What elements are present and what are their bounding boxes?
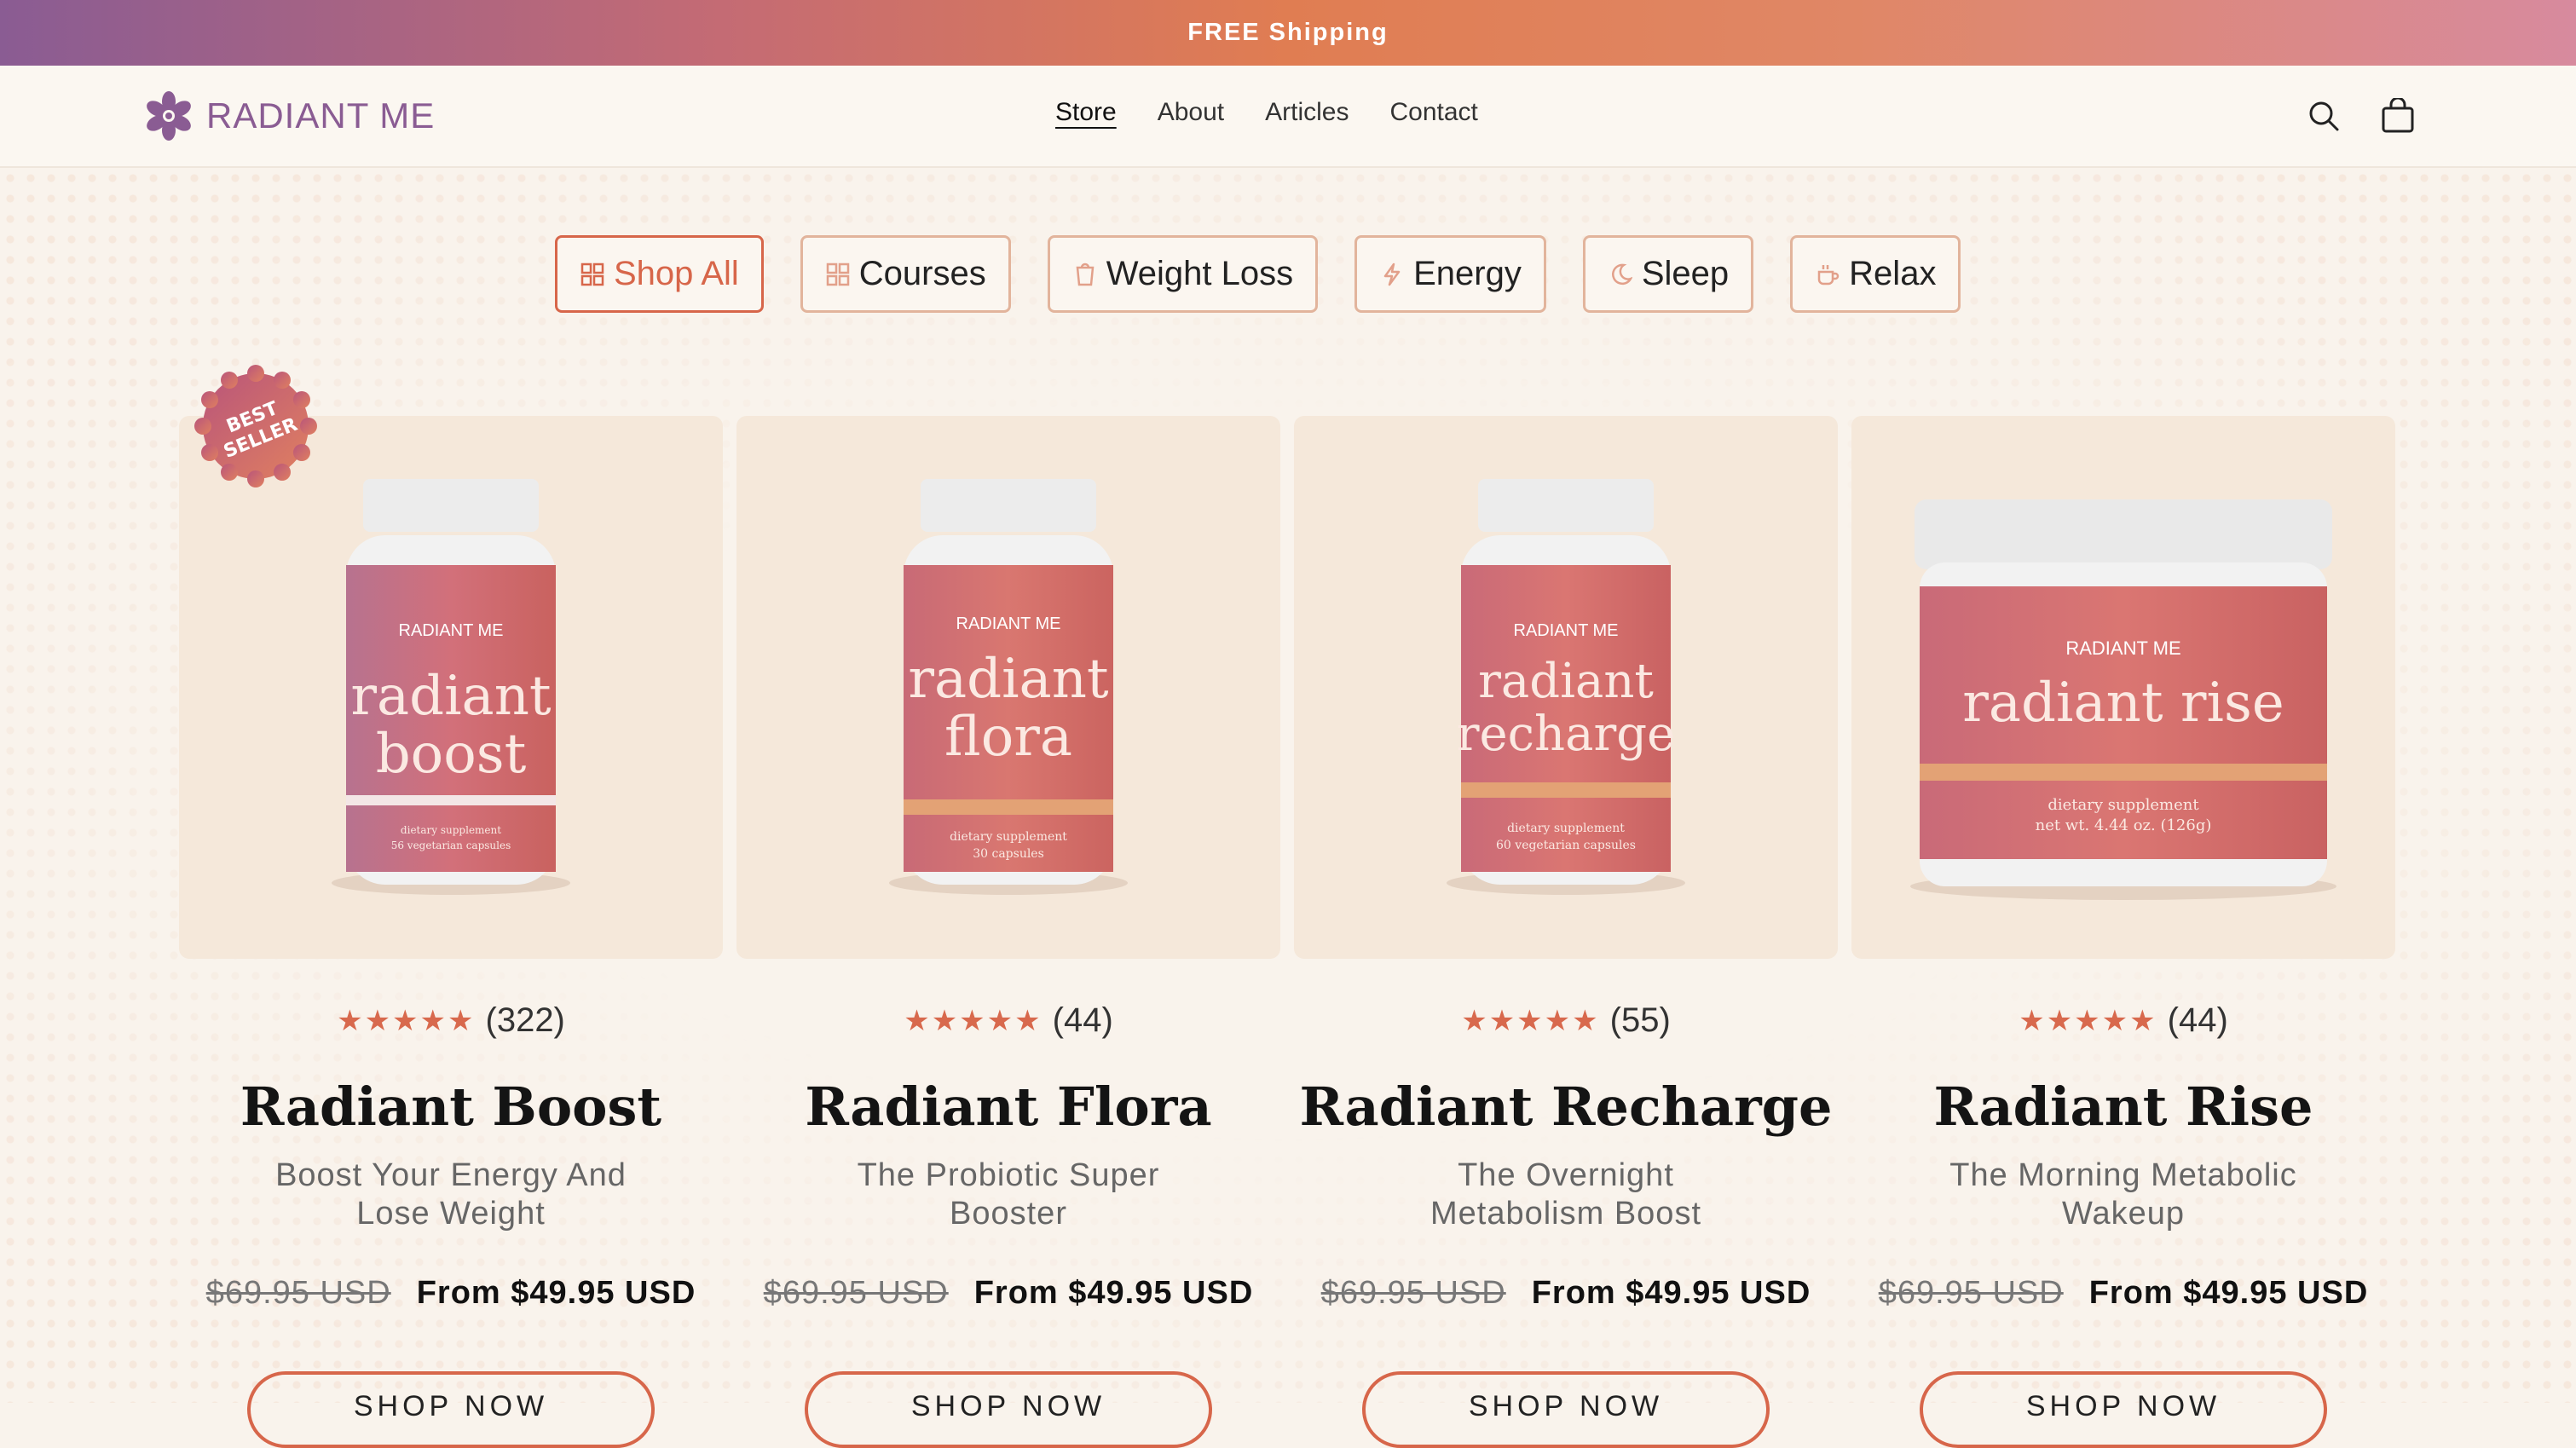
svg-text:radiant: radiant (350, 665, 552, 728)
shop-now-button[interactable]: SHOP NOW (247, 1371, 655, 1448)
svg-text:radiant: radiant (908, 648, 1109, 711)
product-rating: ★★★★★ (322) (179, 1001, 723, 1040)
product-image[interactable]: RADIANT ME radiant flora dietary supplem… (736, 416, 1280, 959)
rating-count: (44) (2167, 1001, 2228, 1039)
product-price: $69.95 USD From $49.95 USD (179, 1275, 723, 1312)
announcement-bar: FREE Shipping (0, 0, 2576, 66)
product-card-radiant-flora[interactable]: RADIANT ME radiant flora dietary supplem… (736, 416, 1280, 959)
product-card-radiant-rise[interactable]: RADIANT ME radiant rise dietary suppleme… (1851, 416, 2395, 959)
product-price: $69.95 USD From $49.95 USD (1851, 1275, 2395, 1312)
rating-stars: ★★★★★ (337, 1004, 476, 1037)
filter-sleep[interactable]: Sleep (1582, 235, 1754, 313)
product-price: $69.95 USD From $49.95 USD (736, 1275, 1280, 1312)
filter-label: Relax (1849, 255, 1937, 292)
svg-text:RADIANT ME: RADIANT ME (1514, 621, 1619, 640)
scale-icon (1072, 262, 1098, 287)
product-subtitle: The Morning Metabolic Wakeup (1949, 1157, 2297, 1232)
product-title[interactable]: Radiant Rise (1851, 1076, 2395, 1138)
product-subtitle: The Overnight Metabolism Boost (1430, 1157, 1701, 1232)
product-rating: ★★★★★ (44) (736, 1001, 1280, 1040)
best-seller-badge: BEST SELLER (194, 365, 317, 487)
svg-text:dietary supplement: dietary supplement (950, 830, 1067, 844)
sale-price: From $49.95 USD (973, 1275, 1254, 1311)
site-header: RADIANT ME Store About Articles Contact (0, 66, 2576, 168)
product-title[interactable]: Radiant Boost (179, 1076, 723, 1138)
product-image[interactable]: RADIANT ME radiant boost dietary supplem… (179, 416, 723, 959)
svg-text:radiant: radiant (1478, 654, 1654, 709)
filter-label: Energy (1413, 255, 1522, 292)
rating-count: (55) (1609, 1001, 1671, 1039)
svg-text:radiant rise: radiant rise (1962, 672, 2284, 735)
brand-logo[interactable]: RADIANT ME (142, 88, 435, 144)
grid-icon (825, 262, 851, 287)
bolt-icon (1379, 262, 1405, 287)
filter-weight-loss[interactable]: Weight Loss (1047, 235, 1319, 313)
moon-icon (1608, 262, 1633, 287)
cup-icon (1815, 262, 1840, 287)
filter-label: Sleep (1641, 255, 1730, 292)
svg-text:boost: boost (376, 723, 527, 786)
compare-price: $69.95 USD (763, 1275, 949, 1311)
product-rating: ★★★★★ (55) (1294, 1001, 1838, 1040)
svg-text:RADIANT ME: RADIANT ME (2065, 637, 2180, 659)
shop-now-button[interactable]: SHOP NOW (1362, 1371, 1770, 1448)
grid-icon (580, 262, 605, 287)
search-icon[interactable] (2302, 94, 2346, 138)
filter-label: Weight Loss (1106, 255, 1294, 292)
rating-stars: ★★★★★ (904, 1004, 1043, 1037)
svg-text:dietary supplement: dietary supplement (2048, 796, 2199, 814)
product-title[interactable]: Radiant Flora (736, 1076, 1280, 1138)
svg-text:dietary supplement: dietary supplement (1507, 822, 1625, 835)
announcement-text: FREE Shipping (1187, 19, 1389, 46)
product-image[interactable]: RADIANT ME radiant recharge dietary supp… (1294, 416, 1838, 959)
svg-text:RADIANT ME: RADIANT ME (399, 621, 504, 640)
filter-label: Shop All (614, 255, 739, 292)
filter-relax[interactable]: Relax (1790, 235, 1961, 313)
filter-courses[interactable]: Courses (800, 235, 1011, 313)
cart-icon[interactable] (2376, 94, 2420, 138)
product-card-radiant-boost[interactable]: RADIANT ME radiant boost dietary supplem… (179, 416, 723, 959)
filter-label: Courses (858, 255, 986, 292)
sale-price: From $49.95 USD (1531, 1275, 1811, 1311)
sale-price: From $49.95 USD (2088, 1275, 2369, 1311)
sale-price: From $49.95 USD (416, 1275, 696, 1311)
product-price: $69.95 USD From $49.95 USD (1294, 1275, 1838, 1312)
svg-text:30 capsules: 30 capsules (973, 847, 1044, 861)
product-rating: ★★★★★ (44) (1851, 1001, 2395, 1040)
category-filters: Shop All Courses Weight Loss Energy Slee… (555, 235, 1961, 313)
product-subtitle: Boost Your Energy And Lose Weight (275, 1157, 627, 1232)
compare-price: $69.95 USD (205, 1275, 391, 1311)
rating-count: (322) (485, 1001, 565, 1039)
svg-text:flora: flora (944, 706, 1072, 769)
svg-text:net wt. 4.44 oz. (126g): net wt. 4.44 oz. (126g) (2036, 816, 2212, 834)
product-title[interactable]: Radiant Recharge (1294, 1076, 1838, 1138)
nav-store[interactable]: Store (1055, 98, 1117, 127)
compare-price: $69.95 USD (1320, 1275, 1506, 1311)
rating-count: (44) (1052, 1001, 1113, 1039)
svg-text:RADIANT ME: RADIANT ME (956, 614, 1061, 633)
svg-text:56 vegetarian capsules: 56 vegetarian capsules (391, 839, 511, 851)
svg-text:60 vegetarian capsules: 60 vegetarian capsules (1496, 839, 1636, 852)
compare-price: $69.95 USD (1878, 1275, 2064, 1311)
filter-shop-all[interactable]: Shop All (555, 235, 764, 313)
nav-articles[interactable]: Articles (1265, 98, 1349, 127)
svg-text:dietary supplement: dietary supplement (401, 824, 501, 836)
brand-name: RADIANT ME (206, 95, 436, 136)
svg-text:recharge: recharge (1457, 707, 1675, 762)
product-image[interactable]: RADIANT ME radiant rise dietary suppleme… (1851, 416, 2395, 959)
shop-now-button[interactable]: SHOP NOW (805, 1371, 1212, 1448)
nav-about[interactable]: About (1158, 98, 1224, 127)
product-subtitle: The Probiotic Super Booster (857, 1157, 1160, 1232)
shop-now-button[interactable]: SHOP NOW (1920, 1371, 2327, 1448)
filter-energy[interactable]: Energy (1354, 235, 1546, 313)
nav-contact[interactable]: Contact (1389, 98, 1477, 127)
rating-stars: ★★★★★ (1461, 1004, 1600, 1037)
rating-stars: ★★★★★ (2019, 1004, 2157, 1037)
main-nav: Store About Articles Contact (1055, 98, 1478, 127)
flower-logo-icon (147, 91, 191, 141)
product-card-radiant-recharge[interactable]: RADIANT ME radiant recharge dietary supp… (1294, 416, 1838, 959)
